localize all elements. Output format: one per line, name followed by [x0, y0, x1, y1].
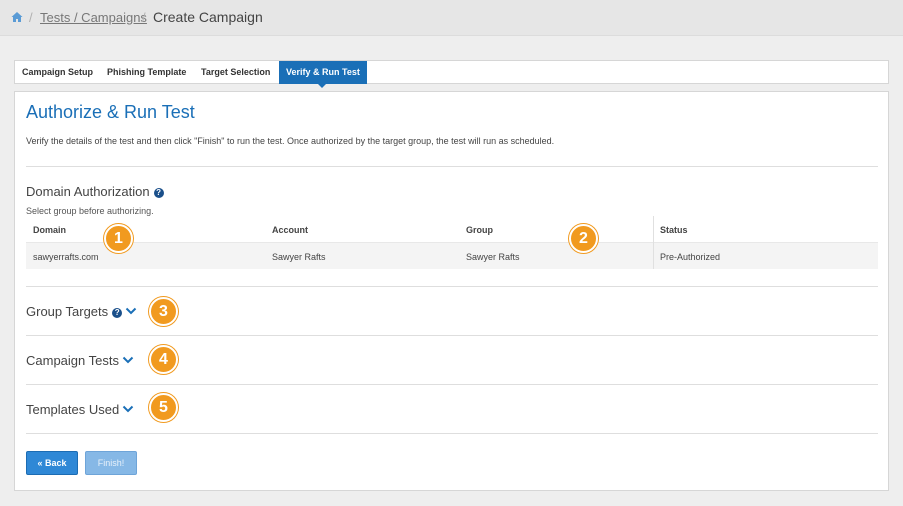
- divider: [26, 335, 878, 336]
- domain-authorization-heading: Domain Authorization?: [26, 184, 164, 199]
- section-campaign-tests[interactable]: Campaign Tests: [26, 353, 134, 368]
- cell-status: Pre-Authorized: [660, 252, 721, 262]
- help-icon[interactable]: ?: [112, 308, 123, 318]
- domain-authorization-note: Select group before authorizing.: [26, 206, 154, 216]
- chevron-down-icon[interactable]: [122, 355, 134, 365]
- home-icon[interactable]: [10, 10, 24, 24]
- tab-verify-run-test[interactable]: Verify & Run Test: [279, 61, 367, 84]
- wizard-tabs: Campaign Setup Phishing Template Target …: [14, 60, 889, 84]
- column-header-account[interactable]: Account: [272, 225, 308, 235]
- active-tab-indicator: [317, 83, 327, 88]
- section-title-templates-used: Templates Used: [26, 402, 120, 417]
- section-title-campaign-tests: Campaign Tests: [26, 353, 119, 368]
- column-divider: [653, 216, 654, 269]
- domain-table: Domain Account Group Status sawyerrafts.…: [26, 216, 878, 269]
- column-header-domain[interactable]: Domain: [33, 225, 66, 235]
- callout-badge-5: 5: [149, 393, 178, 422]
- domain-authorization-title: Domain Authorization: [26, 184, 150, 199]
- column-header-group[interactable]: Group: [466, 225, 493, 235]
- breadcrumb-link-tests-campaigns[interactable]: Tests / Campaigns: [40, 10, 147, 25]
- back-button[interactable]: « Back: [26, 451, 78, 475]
- page-title: Authorize & Run Test: [26, 102, 195, 122]
- tab-phishing-template[interactable]: Phishing Template: [100, 61, 193, 84]
- tab-target-selection[interactable]: Target Selection: [194, 61, 277, 84]
- breadcrumb-separator: /: [142, 10, 146, 25]
- breadcrumb-current: Create Campaign: [153, 9, 263, 25]
- cell-account: Sawyer Rafts: [272, 252, 326, 262]
- main-panel: Authorize & Run Test Verify the details …: [14, 91, 889, 491]
- divider: [26, 433, 878, 434]
- chevron-down-icon[interactable]: [122, 404, 134, 414]
- help-icon[interactable]: ?: [153, 188, 164, 198]
- finish-button[interactable]: Finish!: [85, 451, 137, 475]
- callout-badge-3: 3: [149, 297, 178, 326]
- breadcrumb: / Tests / Campaigns / Create Campaign: [0, 0, 903, 36]
- cell-domain: sawyerrafts.com: [33, 252, 99, 262]
- divider: [26, 166, 878, 167]
- divider: [26, 384, 878, 385]
- callout-badge-1: 1: [104, 224, 133, 253]
- callout-badge-4: 4: [149, 345, 178, 374]
- tab-campaign-setup[interactable]: Campaign Setup: [15, 61, 100, 84]
- table-row[interactable]: sawyerrafts.com Sawyer Rafts Sawyer Raft…: [26, 243, 878, 269]
- chevron-down-icon[interactable]: [125, 306, 137, 316]
- divider: [26, 286, 878, 287]
- section-templates-used[interactable]: Templates Used: [26, 402, 134, 417]
- cell-group[interactable]: Sawyer Rafts: [466, 252, 520, 262]
- column-header-status[interactable]: Status: [660, 225, 688, 235]
- breadcrumb-separator: /: [29, 10, 33, 25]
- callout-badge-2: 2: [569, 224, 598, 253]
- table-header: Domain Account Group Status: [26, 216, 878, 243]
- section-title-group-targets: Group Targets: [26, 304, 109, 319]
- section-group-targets[interactable]: Group Targets?: [26, 304, 137, 319]
- page-description: Verify the details of the test and then …: [26, 136, 555, 146]
